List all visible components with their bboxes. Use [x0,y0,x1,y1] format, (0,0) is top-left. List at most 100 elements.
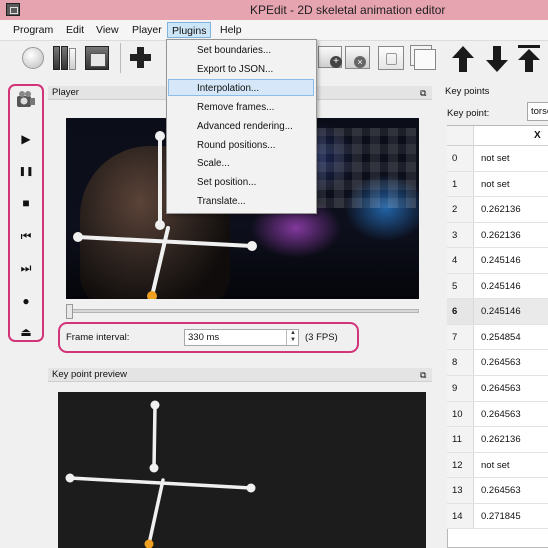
row-index[interactable]: 13 [447,478,474,503]
row-index[interactable]: 10 [447,401,474,427]
menu-view[interactable]: View [92,22,123,38]
remove-frame-icon[interactable]: × [345,45,371,71]
timeline-slider-track[interactable] [66,309,419,313]
menu-plugins[interactable]: Plugins [167,22,212,38]
eject-icon[interactable]: ⏏ [15,321,37,343]
keypoint-left-hand [73,232,83,242]
menu-help[interactable]: Help [216,22,246,38]
row-index[interactable]: 12 [447,452,474,478]
menu-item-translate[interactable]: Translate... [197,196,246,207]
row-index[interactable]: 1 [447,171,474,197]
camera-icon[interactable] [15,89,37,111]
row-index[interactable]: 3 [447,222,474,248]
key-point-label: Key point: [447,108,490,119]
row-x-value[interactable]: 0.245146 [481,299,521,324]
table-row[interactable]: 1 not set [447,171,548,198]
record-icon[interactable]: ● [15,290,37,312]
row-x-value[interactable]: not set [481,453,510,478]
row-x-value[interactable]: 0.262136 [481,223,521,248]
row-index[interactable]: 2 [447,197,474,222]
row-x-value[interactable]: 0.264563 [481,350,521,375]
add-keypoint-icon[interactable] [128,45,154,71]
row-index[interactable]: 11 [447,427,474,452]
table-row[interactable]: 8 0.264563 [447,350,548,376]
spinbox-arrows[interactable]: ▲ ▼ [286,330,299,345]
new-frame-icon[interactable] [20,45,46,71]
table-row[interactable]: 10 0.264563 [447,401,548,428]
row-x-value[interactable]: not set [481,172,510,197]
menu-item-scale[interactable]: Scale... [197,158,230,169]
key-point-select[interactable]: torso [527,102,548,121]
row-index[interactable]: 8 [447,350,474,375]
row-x-value[interactable]: 0.264563 [481,478,521,503]
row-index[interactable]: 9 [447,375,474,401]
arrow-down-icon[interactable] [484,45,510,72]
clear-frame-icon[interactable] [378,45,404,71]
frame-interval-value[interactable]: 330 ms [188,332,219,343]
row-index[interactable]: 7 [447,324,474,350]
add-frame-icon[interactable]: + [318,45,344,71]
row-index[interactable]: 0 [447,146,474,171]
player-undock-icon[interactable]: ⧉ [420,86,426,100]
table-row[interactable]: 7 0.254854 [447,324,548,351]
table-row[interactable]: 5 0.245146 [447,273,548,300]
skip-forward-icon[interactable]: ⏭ [15,257,37,279]
kpedit-app-icon[interactable] [6,3,20,16]
spin-down-icon[interactable]: ▼ [287,337,299,344]
row-x-value[interactable]: 0.254854 [481,325,521,350]
keypoints-title: Key points [445,86,490,97]
table-corner[interactable] [447,126,474,146]
menu-item-export-json[interactable]: Export to JSON... [197,64,273,75]
row-index[interactable]: 5 [447,273,474,299]
arrow-top-icon[interactable] [516,45,542,72]
row-index[interactable]: 4 [447,248,474,273]
menu-player[interactable]: Player [128,22,166,38]
keypoint-right-hand [247,241,257,251]
row-x-value[interactable]: 0.245146 [481,248,521,273]
arrow-up-icon[interactable] [450,45,476,72]
menu-item-set-boundaries[interactable]: Set boundaries... [197,45,271,56]
preview-skeleton [65,400,256,548]
copy-frame-icon[interactable] [410,45,436,71]
skip-back-icon[interactable]: ⏮ [15,225,37,247]
column-header-x[interactable]: X [474,126,548,146]
row-x-value[interactable]: 0.262136 [481,197,521,222]
stop-icon[interactable]: ■ [15,192,37,214]
preview-undock-icon[interactable]: ⧉ [420,368,426,382]
menu-item-advanced-rendering[interactable]: Advanced rendering... [197,121,293,132]
row-x-value[interactable]: 0.271845 [481,504,521,529]
play-icon[interactable]: ▶ [15,128,37,150]
menu-item-set-position[interactable]: Set position... [197,177,256,188]
menu-program[interactable]: Program [9,22,57,38]
row-x-value[interactable]: 0.262136 [481,427,521,452]
pause-icon[interactable]: ❚❚ [15,160,37,182]
table-row[interactable]: 12 not set [447,452,548,479]
import-image-icon[interactable] [84,45,110,71]
table-row[interactable]: 2 0.262136 [447,197,548,223]
menu-item-interpolation[interactable]: Interpolation... [197,83,259,94]
row-x-value[interactable]: 0.264563 [481,402,521,427]
row-x-value[interactable]: 0.245146 [481,274,521,299]
keypoint-neck [155,220,165,230]
table-row[interactable]: 6 0.245146 [447,299,548,325]
table-row[interactable]: 11 0.262136 [447,427,548,453]
menu-item-remove-frames[interactable]: Remove frames... [197,102,274,113]
preview-panel-header: Key point preview [48,368,432,382]
timeline-slider-handle[interactable] [66,304,73,319]
spin-up-icon[interactable]: ▲ [287,330,299,337]
row-x-value[interactable]: not set [481,146,510,171]
menu-item-round-positions[interactable]: Round positions... [197,140,275,151]
menu-edit[interactable]: Edit [62,22,88,38]
table-row[interactable]: 4 0.245146 [447,248,548,274]
window-title: KPEdit - 2D skeletal animation editor [250,3,446,17]
table-row[interactable]: 13 0.264563 [447,478,548,504]
row-x-value[interactable]: 0.264563 [481,376,521,401]
row-index[interactable]: 6 [447,299,474,324]
keypoint-root [147,291,157,299]
table-row[interactable]: 9 0.264563 [447,375,548,402]
table-row[interactable]: 3 0.262136 [447,222,548,249]
row-index[interactable]: 14 [447,503,474,529]
library-icon[interactable] [51,45,77,71]
table-row[interactable]: 14 0.271845 [447,503,548,530]
table-row[interactable]: 0 not set [447,146,548,172]
